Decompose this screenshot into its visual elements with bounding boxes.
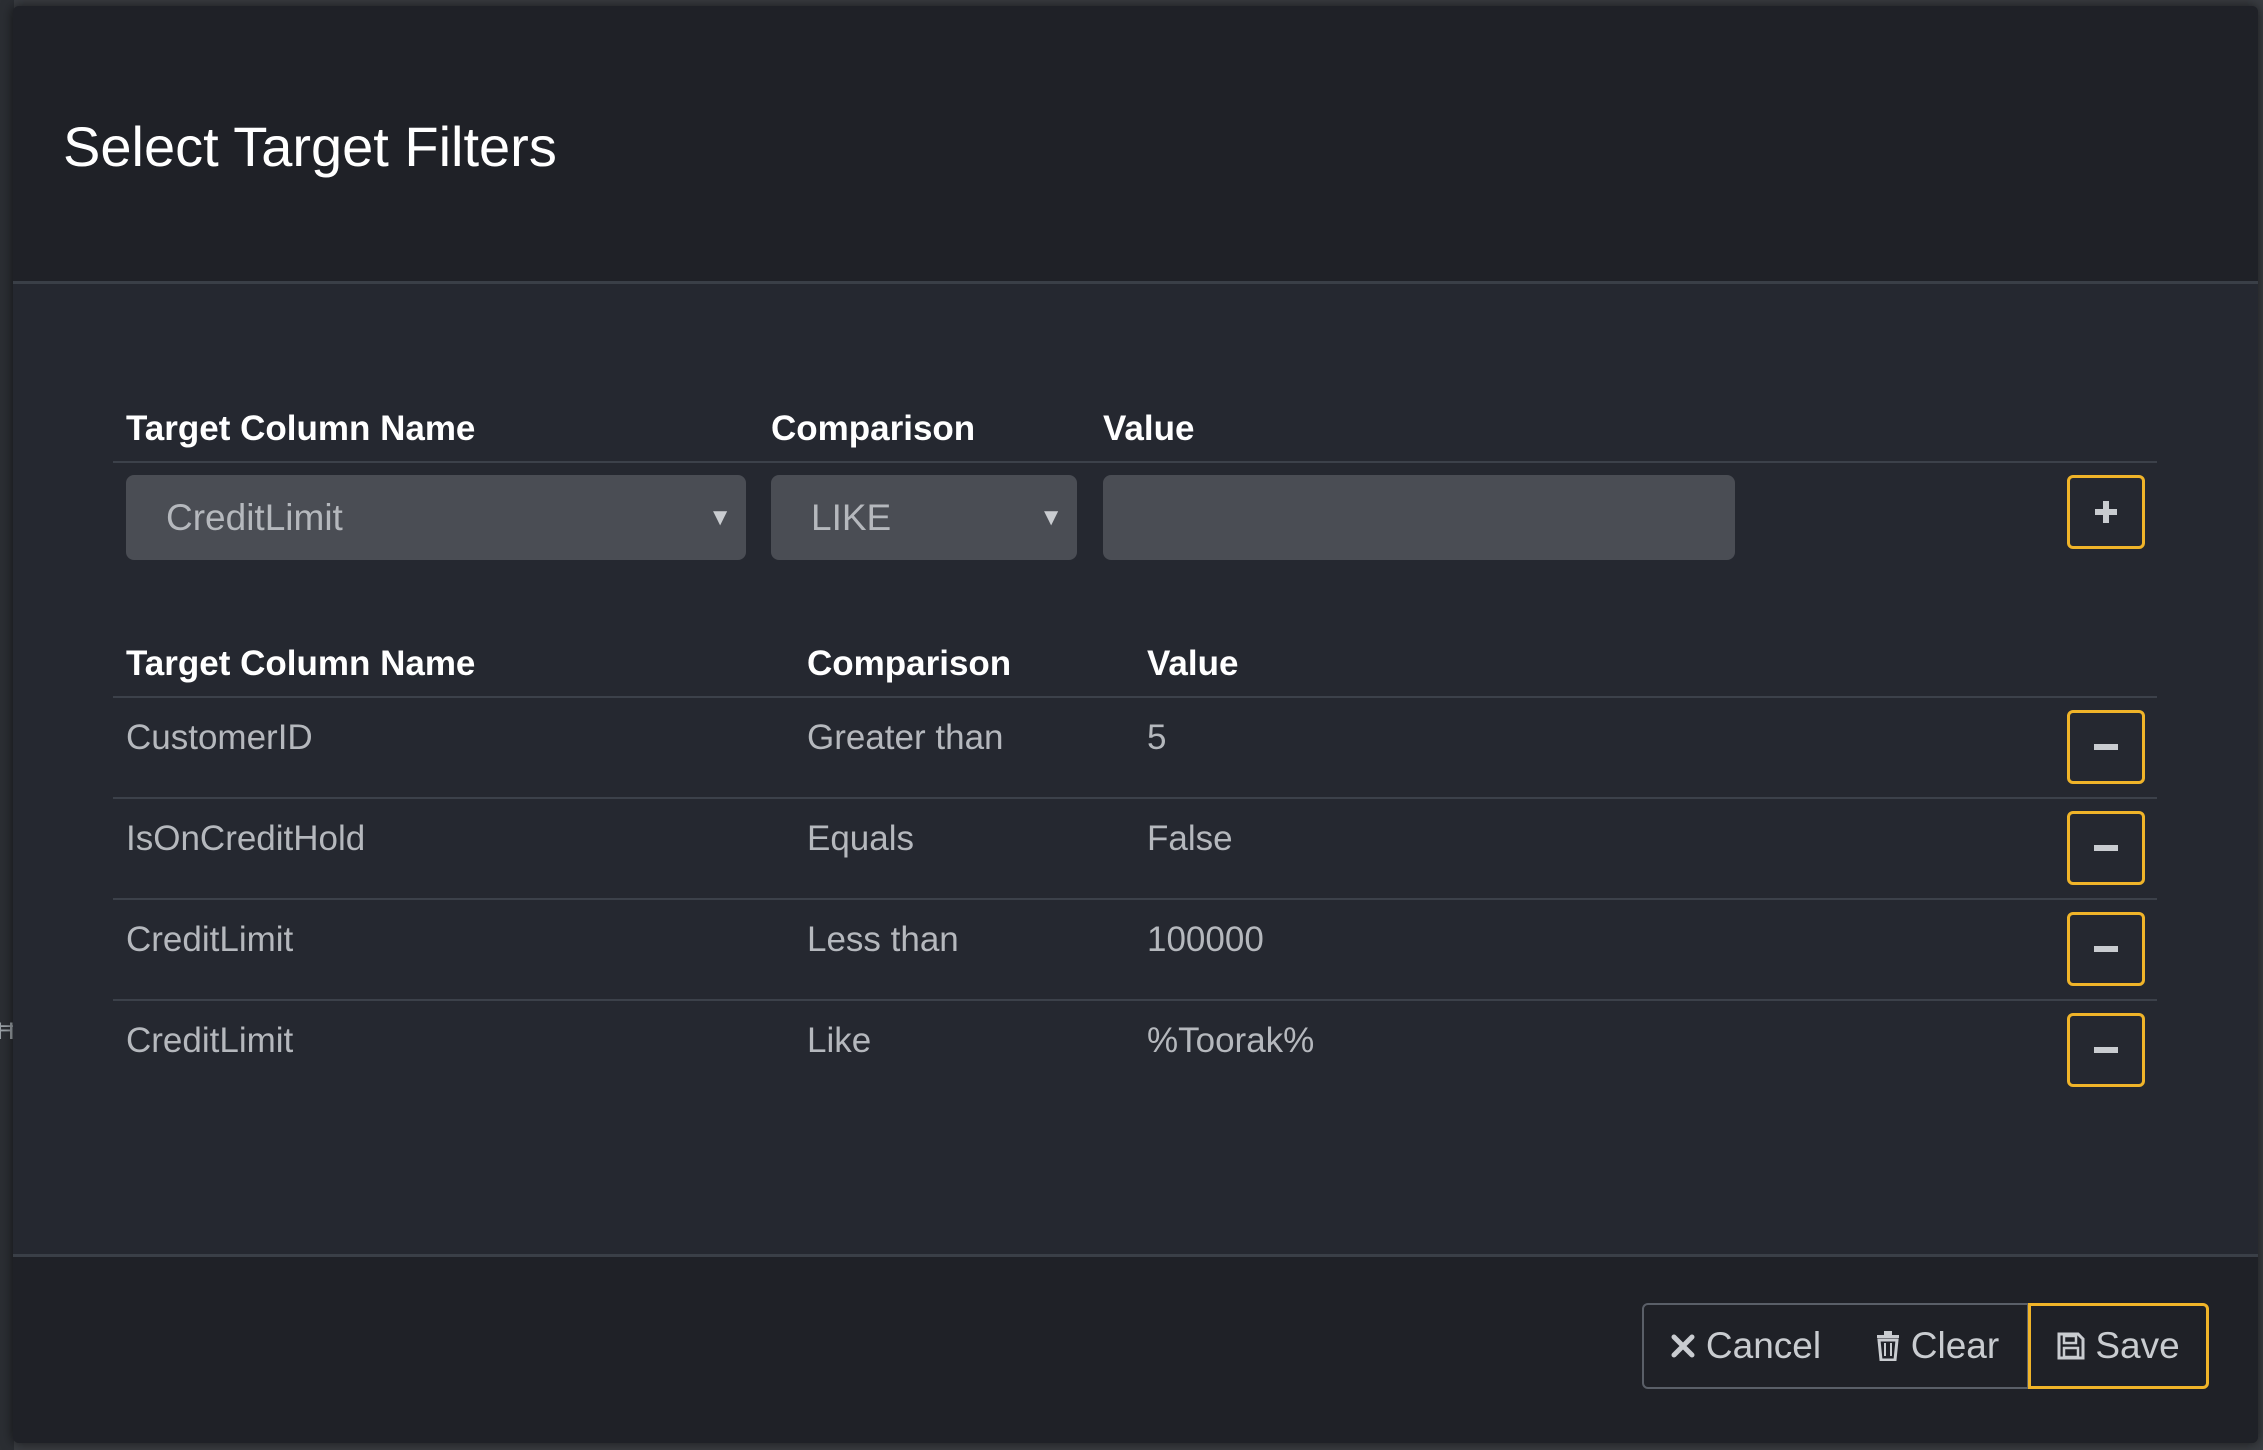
column-select-value: CreditLimit bbox=[166, 497, 343, 538]
filters-header-comparison: Comparison bbox=[807, 644, 1012, 683]
row-2-column: IsOnCreditHold bbox=[126, 819, 366, 858]
add-filter-button[interactable] bbox=[2067, 475, 2145, 549]
remove-filter-button[interactable] bbox=[2067, 912, 2145, 986]
trash-icon bbox=[1876, 1331, 1899, 1361]
remove-filter-button[interactable] bbox=[2067, 710, 2145, 784]
x-icon bbox=[1671, 1334, 1695, 1358]
row-divider bbox=[113, 797, 2157, 799]
cancel-button[interactable]: Cancel bbox=[1642, 1303, 1849, 1389]
new-filter-header-comparison: Comparison bbox=[771, 409, 976, 448]
column-select[interactable]: CreditLimit ▼ bbox=[126, 475, 746, 560]
remove-filter-button[interactable] bbox=[2067, 811, 2145, 885]
minus-icon bbox=[2094, 1047, 2118, 1053]
row-1-comparison: Greater than bbox=[807, 718, 1004, 757]
comparison-select-value: LIKE bbox=[811, 497, 892, 538]
cancel-label: Cancel bbox=[1705, 1325, 1822, 1366]
plus-icon bbox=[2095, 501, 2117, 523]
row-2-value: False bbox=[1147, 819, 1233, 858]
minus-icon bbox=[2094, 744, 2118, 750]
comparison-select[interactable]: LIKE ▼ bbox=[771, 475, 1077, 560]
row-2-comparison: Equals bbox=[807, 819, 915, 858]
minus-icon bbox=[2094, 845, 2118, 851]
save-button[interactable]: Save bbox=[2028, 1303, 2209, 1389]
row-1-value: 5 bbox=[1147, 718, 1167, 757]
row-4-column: CreditLimit bbox=[126, 1021, 294, 1060]
clear-label: Clear bbox=[1910, 1325, 2000, 1366]
minus-icon bbox=[2094, 946, 2118, 952]
row-1-column: CustomerID bbox=[126, 718, 313, 757]
new-filter-header-value: Value bbox=[1103, 409, 1195, 448]
filters-header-value: Value bbox=[1147, 644, 1239, 683]
new-filter-header-divider bbox=[113, 461, 2157, 463]
new-filter-header-column: Target Column Name bbox=[126, 409, 476, 448]
row-3-column: CreditLimit bbox=[126, 920, 294, 959]
filters-header-divider bbox=[113, 696, 2157, 698]
remove-filter-button[interactable] bbox=[2067, 1013, 2145, 1087]
floppy-disk-icon bbox=[2057, 1332, 2085, 1360]
filters-header-column: Target Column Name bbox=[126, 644, 476, 683]
clear-button[interactable]: Clear bbox=[1847, 1303, 2029, 1389]
save-label: Save bbox=[2095, 1325, 2180, 1366]
dialog-title: Select Target Filters bbox=[63, 115, 557, 178]
chevron-down-icon: ▼ bbox=[1039, 504, 1063, 531]
row-4-value: %Toorak% bbox=[1147, 1021, 1315, 1060]
row-3-comparison: Less than bbox=[807, 920, 959, 959]
row-4-comparison: Like bbox=[807, 1021, 872, 1060]
dialog-header: Select Target Filters bbox=[13, 6, 2258, 284]
row-3-value: 100000 bbox=[1147, 920, 1264, 959]
filter-dialog: Select Target Filters Target Column Name… bbox=[13, 6, 2258, 1443]
row-divider bbox=[113, 898, 2157, 900]
page-backdrop bbox=[0, 0, 14, 1450]
value-input[interactable] bbox=[1103, 475, 1735, 560]
row-divider bbox=[113, 999, 2157, 1001]
chevron-down-icon: ▼ bbox=[708, 504, 732, 531]
